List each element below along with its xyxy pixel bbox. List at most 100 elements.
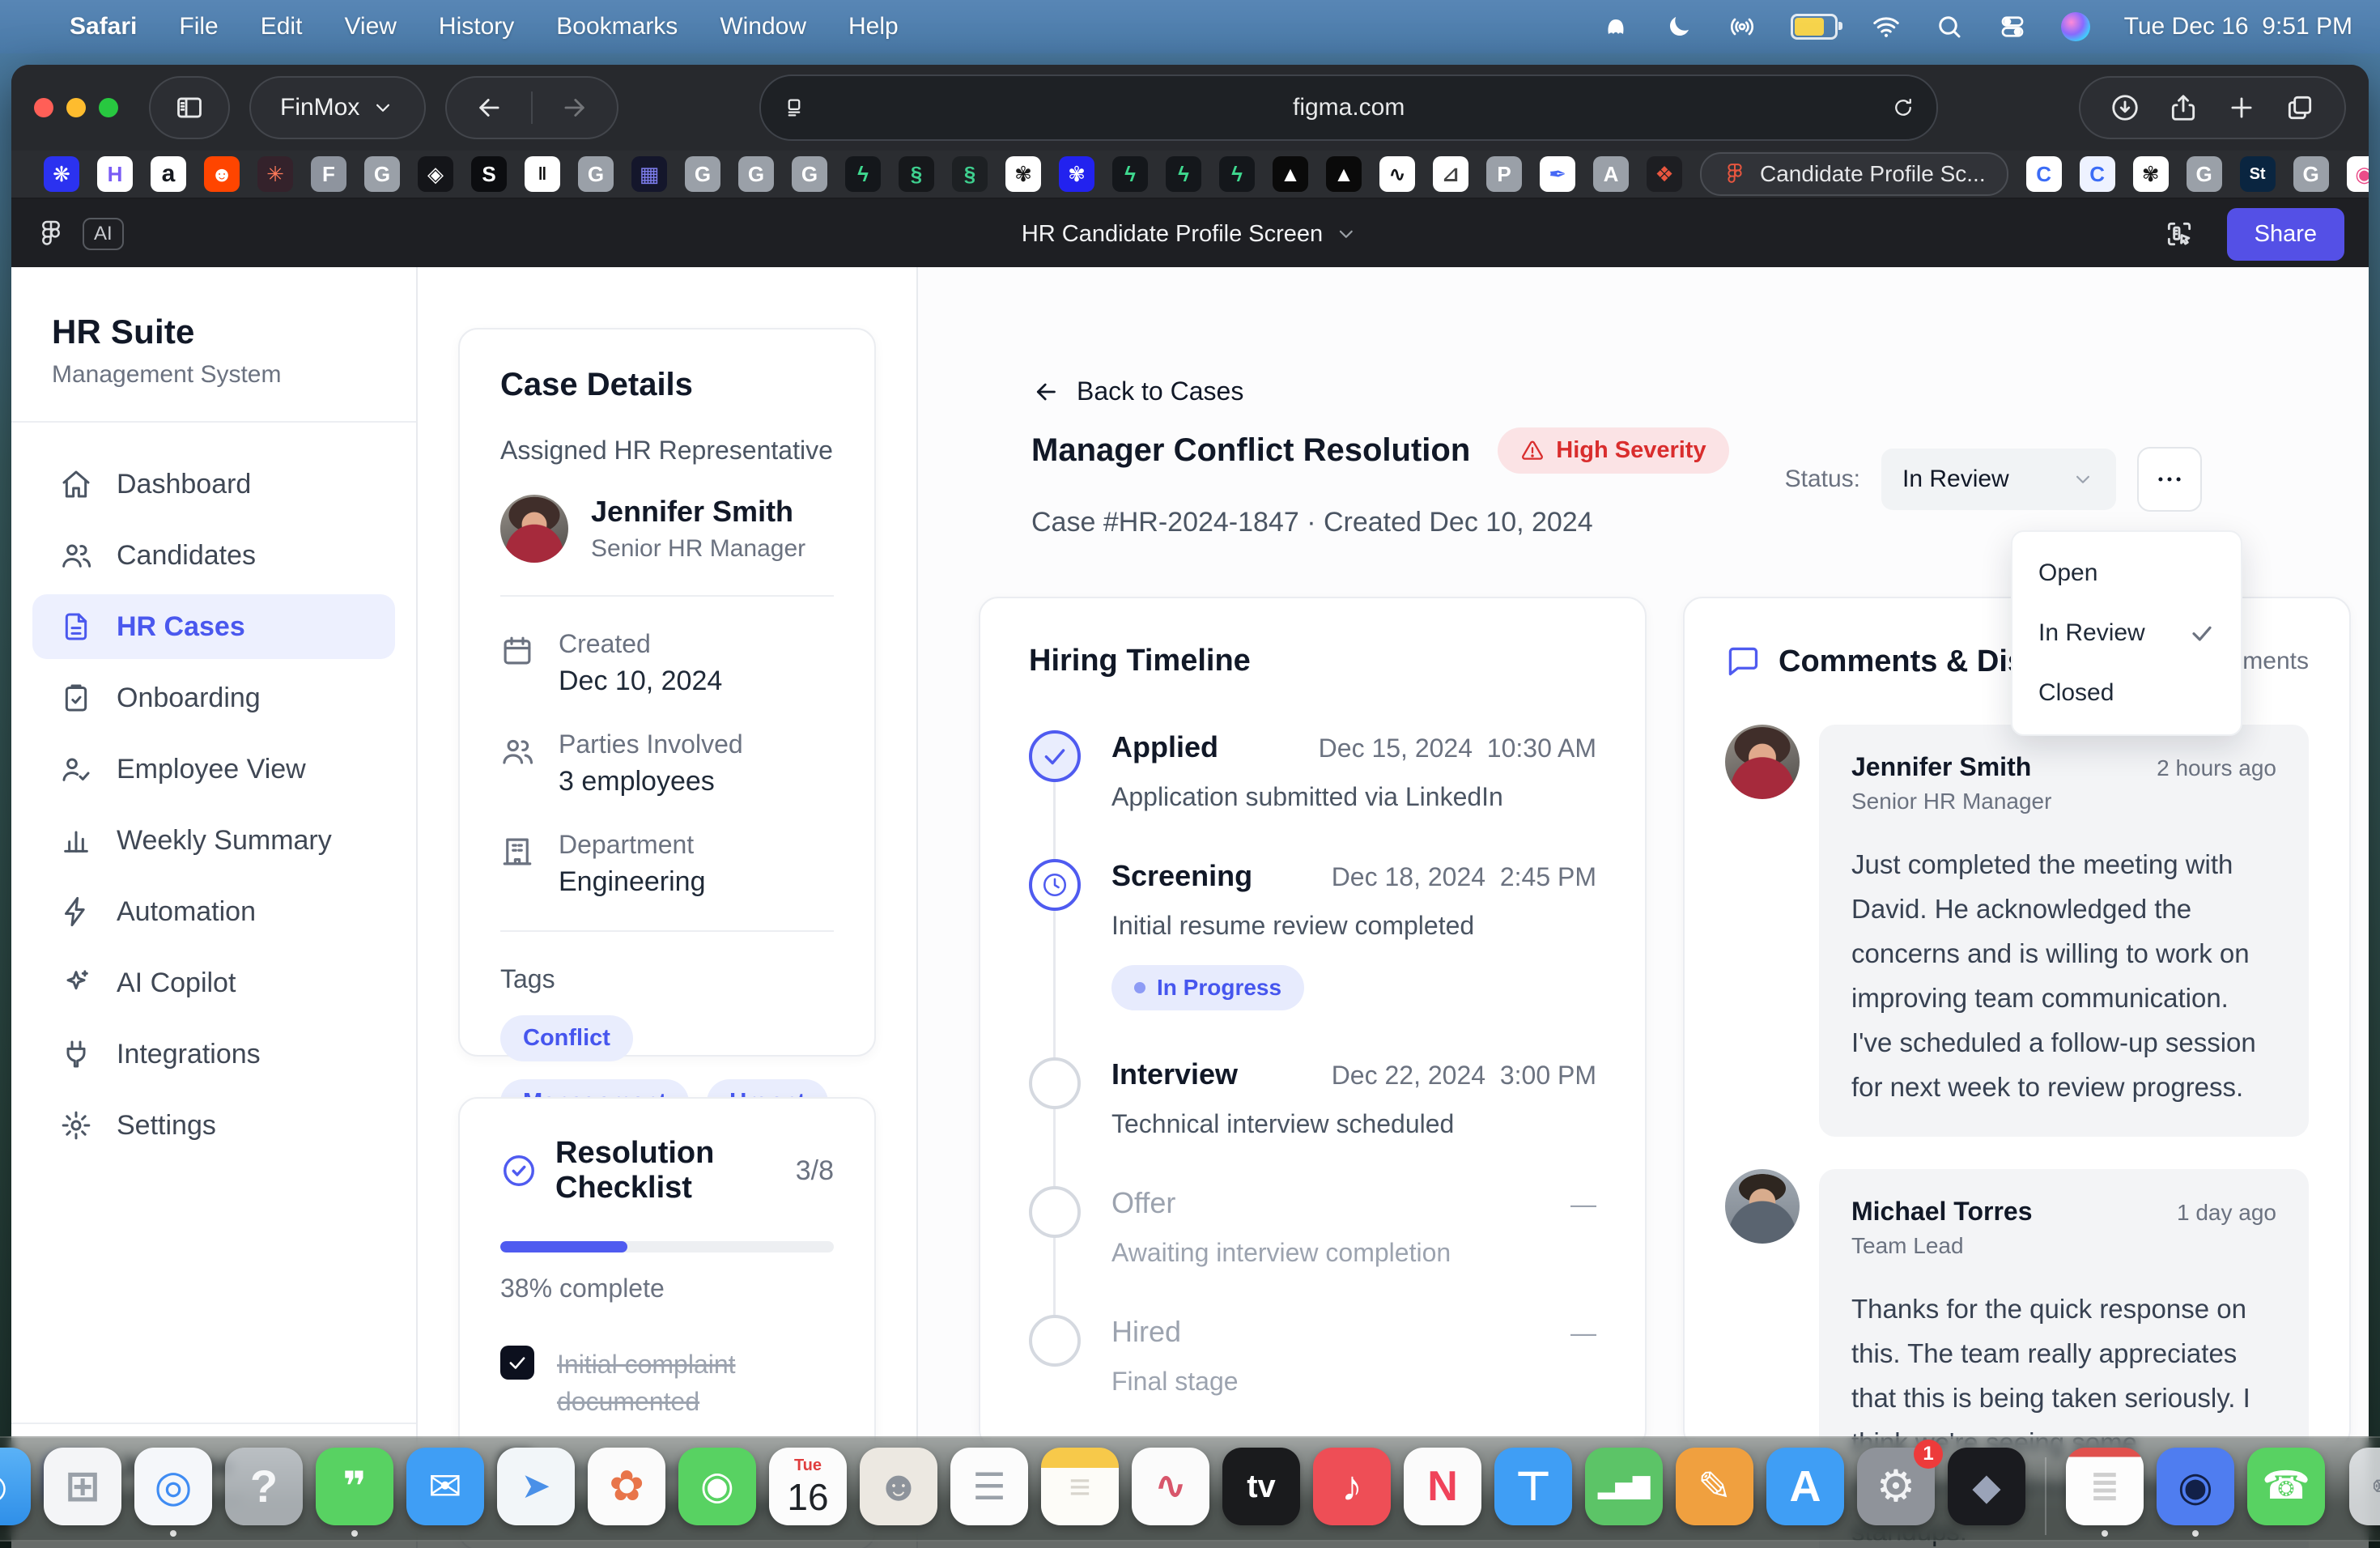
sidebar-nav-item[interactable]: Candidates [32, 523, 395, 588]
battery-icon[interactable] [1791, 14, 1838, 40]
bookmark-icon[interactable]: ✒ [1540, 156, 1575, 192]
sidebar-nav-item[interactable]: Onboarding [32, 666, 395, 730]
dock-app[interactable]: N [1404, 1448, 1481, 1537]
dock-app[interactable]: ❞ [316, 1448, 393, 1537]
checkbox-checked-icon[interactable] [500, 1346, 534, 1380]
sidebar-nav-item[interactable]: HR Cases [32, 594, 395, 659]
dock-app[interactable]: ✉ [406, 1448, 484, 1537]
dock-app[interactable]: ➤ [497, 1448, 575, 1537]
bookmark-icon[interactable]: ❋ [44, 156, 79, 192]
reader-icon[interactable] [782, 96, 806, 120]
bookmark-icon[interactable]: ϟ [1112, 156, 1148, 192]
bookmark-icon[interactable]: a [151, 156, 186, 192]
dock-app[interactable]: ☰ [950, 1448, 1028, 1537]
bookmark-icon[interactable]: ✾ [1059, 156, 1094, 192]
bookmark-icon[interactable]: G [685, 156, 720, 192]
profile-switcher[interactable]: FinMox [249, 76, 426, 139]
menu-bar-item[interactable]: Edit [261, 13, 303, 40]
bookmark-icon[interactable]: G [2293, 156, 2329, 192]
figma-logo-icon[interactable] [36, 219, 66, 249]
new-tab-icon[interactable] [2226, 92, 2257, 123]
downloads-icon[interactable] [2110, 92, 2140, 123]
minimize-window-button[interactable] [66, 98, 86, 117]
menu-bar-clock[interactable]: Tue Dec 16 9:51 PM [2124, 13, 2352, 40]
bookmark-icon[interactable]: G [738, 156, 774, 192]
dock-app[interactable]: ≣ [2066, 1448, 2144, 1537]
menu-bar-item[interactable]: History [439, 13, 514, 40]
dock-app[interactable]: ◎ [134, 1448, 212, 1537]
more-options-button[interactable] [2137, 447, 2202, 512]
bookmark-icon[interactable]: C [2080, 156, 2115, 192]
bookmark-icon[interactable]: F [311, 156, 346, 192]
status-menu-item[interactable]: Closed [2012, 663, 2241, 723]
dock-app[interactable]: ✿ [588, 1448, 665, 1537]
bookmark-icon[interactable]: ◉ [2347, 156, 2369, 192]
screen-mirroring-icon[interactable] [1728, 12, 1757, 41]
figma-share-button[interactable]: Share [2227, 208, 2344, 261]
dock-app[interactable]: ▂▅▇ [1585, 1448, 1663, 1537]
tab-overview-icon[interactable] [2284, 92, 2315, 123]
back-button[interactable] [447, 78, 531, 138]
bookmark-icon[interactable]: A [1593, 156, 1629, 192]
sidebar-nav-item[interactable]: Integrations [32, 1022, 395, 1087]
bookmark-icon[interactable]: ✾ [1005, 156, 1041, 192]
checklist-item[interactable]: Initial complaint documented [500, 1346, 834, 1420]
bookmark-icon[interactable]: § [899, 156, 934, 192]
sidebar-nav-item[interactable]: Automation [32, 879, 395, 944]
bookmark-icon[interactable]: ◈ [418, 156, 453, 192]
control-center-icon[interactable] [1998, 12, 2027, 41]
tag-pill[interactable]: Conflict [500, 1015, 633, 1061]
figma-ai-button[interactable]: AI [83, 218, 124, 250]
sidebar-toggle-button[interactable] [149, 76, 230, 139]
bookmark-icon[interactable]: G [364, 156, 400, 192]
dock-app[interactable]: ♪ [1313, 1448, 1391, 1537]
menu-bar-item[interactable]: File [179, 13, 218, 40]
menu-bar-item[interactable]: Window [720, 13, 806, 40]
file-title[interactable]: HR Candidate Profile Screen [1022, 221, 1358, 248]
status-select[interactable]: In Review [1881, 449, 2116, 510]
dock-app[interactable]: ◉ [2157, 1448, 2234, 1537]
dock-app[interactable]: ⊤ [1494, 1448, 1572, 1537]
bookmark-icon[interactable]: G [2187, 156, 2222, 192]
bookmark-icon[interactable]: § [952, 156, 988, 192]
bookmark-icon[interactable]: G [578, 156, 614, 192]
address-bar[interactable]: figma.com [759, 74, 1938, 141]
status-menu-item[interactable]: Open [2012, 543, 2241, 603]
bookmark-icon[interactable]: ✾ [2133, 156, 2169, 192]
dock-app[interactable]: ⊞ [44, 1448, 121, 1537]
dock-app[interactable]: ✎ [1676, 1448, 1753, 1537]
siri-icon[interactable] [2061, 12, 2090, 41]
dock-app[interactable]: ? [225, 1448, 303, 1537]
sidebar-nav-item[interactable]: Weekly Summary [32, 808, 395, 873]
wifi-icon[interactable] [1872, 12, 1901, 41]
bookmark-icon[interactable]: C [2026, 156, 2062, 192]
bookmark-icon[interactable]: ϟ [845, 156, 881, 192]
bookmark-icon[interactable]: H [97, 156, 133, 192]
spotlight-icon[interactable] [1935, 12, 1964, 41]
dock-app[interactable]: tv [1222, 1448, 1300, 1537]
menu-bar-item[interactable]: Help [848, 13, 899, 40]
dock-app[interactable]: Tue16 [769, 1448, 847, 1537]
menu-bar-item[interactable]: Safari [70, 13, 137, 40]
dock-app[interactable]: ∿ [1132, 1448, 1209, 1537]
sidebar-nav-item[interactable]: Dashboard [32, 452, 395, 517]
sidebar-nav-item[interactable]: Employee View [32, 737, 395, 802]
dock-app[interactable]: ≡ [1041, 1448, 1119, 1537]
bookmark-icon[interactable]: G [792, 156, 827, 192]
menu-bar-item[interactable]: Bookmarks [556, 13, 678, 40]
zoom-window-button[interactable] [99, 98, 118, 117]
bookmark-icon[interactable]: ϟ [1219, 156, 1255, 192]
bookmark-icon[interactable]: ϟ [1166, 156, 1201, 192]
dock-app[interactable]: ◆ [1948, 1448, 2025, 1537]
bookmark-icon[interactable]: P [1486, 156, 1522, 192]
back-to-cases-link[interactable]: Back to Cases [1031, 376, 1243, 406]
bookmark-tab-candidate-profile[interactable]: Candidate Profile Sc... [1700, 152, 2008, 196]
dock-app[interactable]: ☎ [2247, 1448, 2325, 1537]
bookmark-icon[interactable]: St [2240, 156, 2276, 192]
dock-app[interactable]: ◉ [678, 1448, 756, 1537]
dock-trash[interactable]: ✏ [2349, 1448, 2380, 1537]
bookmark-icon[interactable]: ☻ [204, 156, 240, 192]
dock-app[interactable]: ☻ [860, 1448, 937, 1537]
sidebar-nav-item[interactable]: Settings [32, 1093, 395, 1158]
menu-extra-app-icon[interactable] [1601, 12, 1630, 41]
